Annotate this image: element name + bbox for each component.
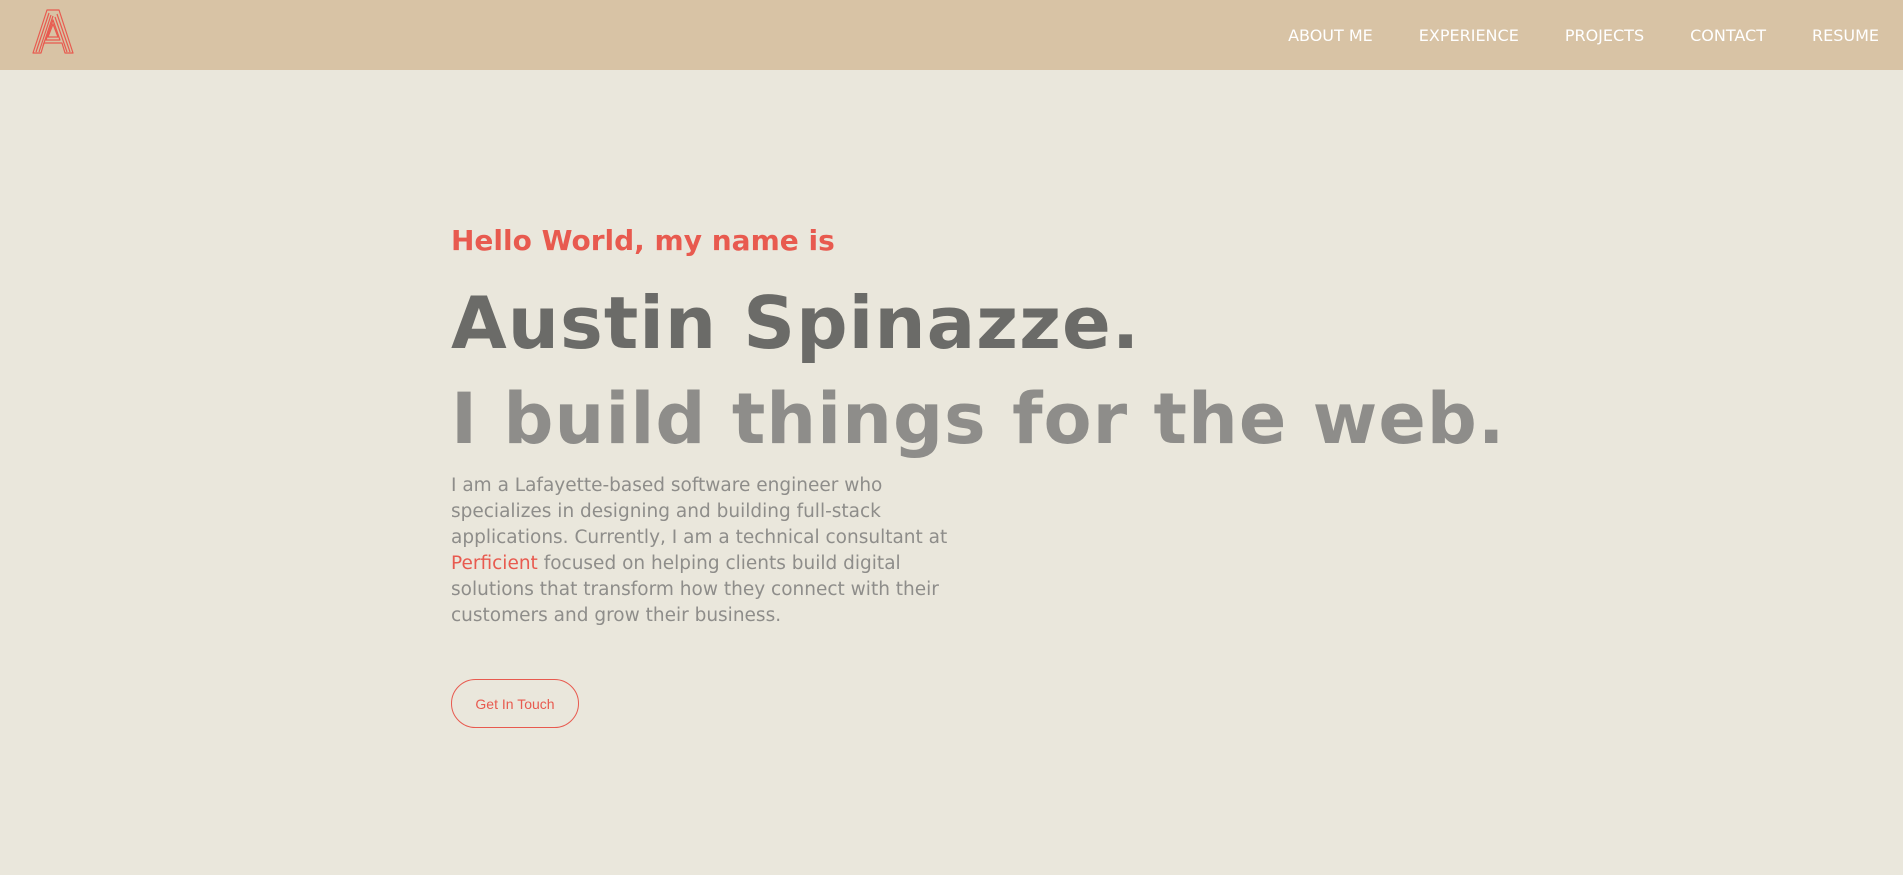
- nav-link-contact[interactable]: CONTACT: [1690, 26, 1766, 45]
- hero-bio: I am a Lafayette-based software engineer…: [451, 473, 956, 629]
- hero-tagline: I build things for the web.: [451, 378, 1506, 460]
- get-in-touch-button[interactable]: Get In Touch: [451, 679, 579, 728]
- nav-link-experience[interactable]: EXPERIENCE: [1419, 26, 1519, 45]
- nav-link-resume[interactable]: RESUME: [1812, 26, 1879, 45]
- company-link[interactable]: Perficient: [451, 553, 538, 574]
- hero-greeting: Hello World, my name is: [451, 224, 835, 257]
- main-nav: ABOUT ME EXPERIENCE PROJECTS CONTACT RES…: [1242, 0, 1879, 70]
- bio-text-intro: I am a Lafayette-based software engineer…: [451, 475, 948, 548]
- navbar: ABOUT ME EXPERIENCE PROJECTS CONTACT RES…: [0, 0, 1903, 70]
- logo-icon[interactable]: [28, 6, 78, 56]
- nav-link-about-me[interactable]: ABOUT ME: [1288, 26, 1373, 45]
- hero-name: Austin Spinazze.: [451, 281, 1141, 365]
- nav-link-projects[interactable]: PROJECTS: [1565, 26, 1644, 45]
